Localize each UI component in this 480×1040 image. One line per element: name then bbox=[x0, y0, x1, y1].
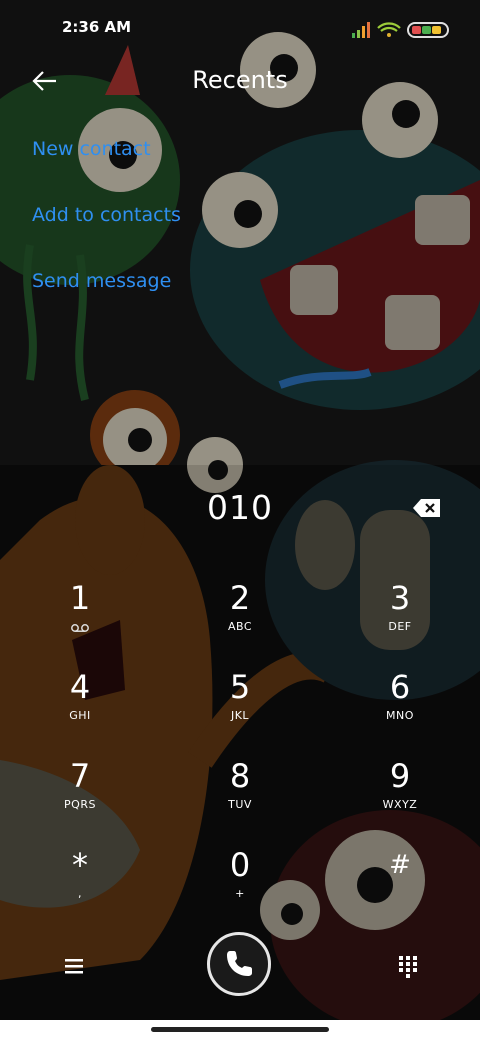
status-time: 2:36 AM bbox=[62, 18, 132, 36]
key-digit: 3 bbox=[389, 579, 411, 617]
key-letters: + bbox=[235, 887, 245, 900]
key-letters: TUV bbox=[228, 798, 252, 811]
signal-icon bbox=[352, 22, 370, 38]
key-digit: 8 bbox=[229, 757, 251, 795]
dialpad-toggle-icon[interactable] bbox=[396, 954, 420, 978]
key-star[interactable]: * , bbox=[20, 845, 140, 925]
key-8[interactable]: 8 TUV bbox=[180, 756, 300, 836]
key-4[interactable]: 4 GHI bbox=[20, 667, 140, 747]
key-letters: MNO bbox=[386, 709, 414, 722]
status-icons bbox=[352, 22, 449, 38]
key-digit: 4 bbox=[69, 668, 91, 706]
key-digit: 5 bbox=[229, 668, 251, 706]
key-letters: JKL bbox=[230, 709, 250, 722]
key-hash[interactable]: # bbox=[340, 845, 460, 925]
key-digit: # bbox=[389, 850, 411, 880]
key-letters: DEF bbox=[388, 620, 412, 633]
key-digit: 0 bbox=[229, 846, 251, 884]
key-letters: , bbox=[78, 887, 82, 900]
battery-icon bbox=[407, 22, 449, 38]
page-title: Recents bbox=[192, 66, 288, 94]
backspace-icon[interactable] bbox=[412, 498, 442, 518]
new-contact-link[interactable]: New contact bbox=[32, 138, 151, 160]
phone-icon bbox=[227, 951, 252, 976]
voicemail-icon bbox=[71, 624, 89, 632]
key-digit: 9 bbox=[389, 757, 411, 795]
key-digit: 7 bbox=[69, 757, 91, 795]
key-digit: 2 bbox=[229, 579, 251, 617]
menu-icon[interactable] bbox=[62, 954, 86, 978]
wifi-icon bbox=[377, 22, 401, 37]
key-digit: * bbox=[72, 846, 88, 884]
call-button[interactable] bbox=[207, 932, 271, 996]
add-to-contacts-link[interactable]: Add to contacts bbox=[32, 204, 181, 226]
home-gesture-handle[interactable] bbox=[151, 1027, 329, 1032]
key-2[interactable]: 2 ABC bbox=[180, 578, 300, 658]
key-3[interactable]: 3 DEF bbox=[340, 578, 460, 658]
key-0[interactable]: 0 + bbox=[180, 845, 300, 925]
key-digit: 6 bbox=[389, 668, 411, 706]
send-message-link[interactable]: Send message bbox=[32, 270, 171, 292]
key-letters: ABC bbox=[227, 620, 253, 633]
key-1[interactable]: 1 bbox=[20, 578, 140, 658]
key-7[interactable]: 7 PQRS bbox=[20, 756, 140, 836]
dialed-number: 010 bbox=[207, 488, 273, 527]
key-5[interactable]: 5 JKL bbox=[180, 667, 300, 747]
key-9[interactable]: 9 WXYZ bbox=[340, 756, 460, 836]
key-6[interactable]: 6 MNO bbox=[340, 667, 460, 747]
dialer-screen: 2:36 AM Recents New contact Add to conta… bbox=[0, 0, 480, 1040]
key-digit: 1 bbox=[69, 579, 91, 617]
key-letters: PQRS bbox=[64, 798, 96, 811]
key-letters: GHI bbox=[69, 709, 91, 722]
key-letters: WXYZ bbox=[382, 798, 418, 811]
